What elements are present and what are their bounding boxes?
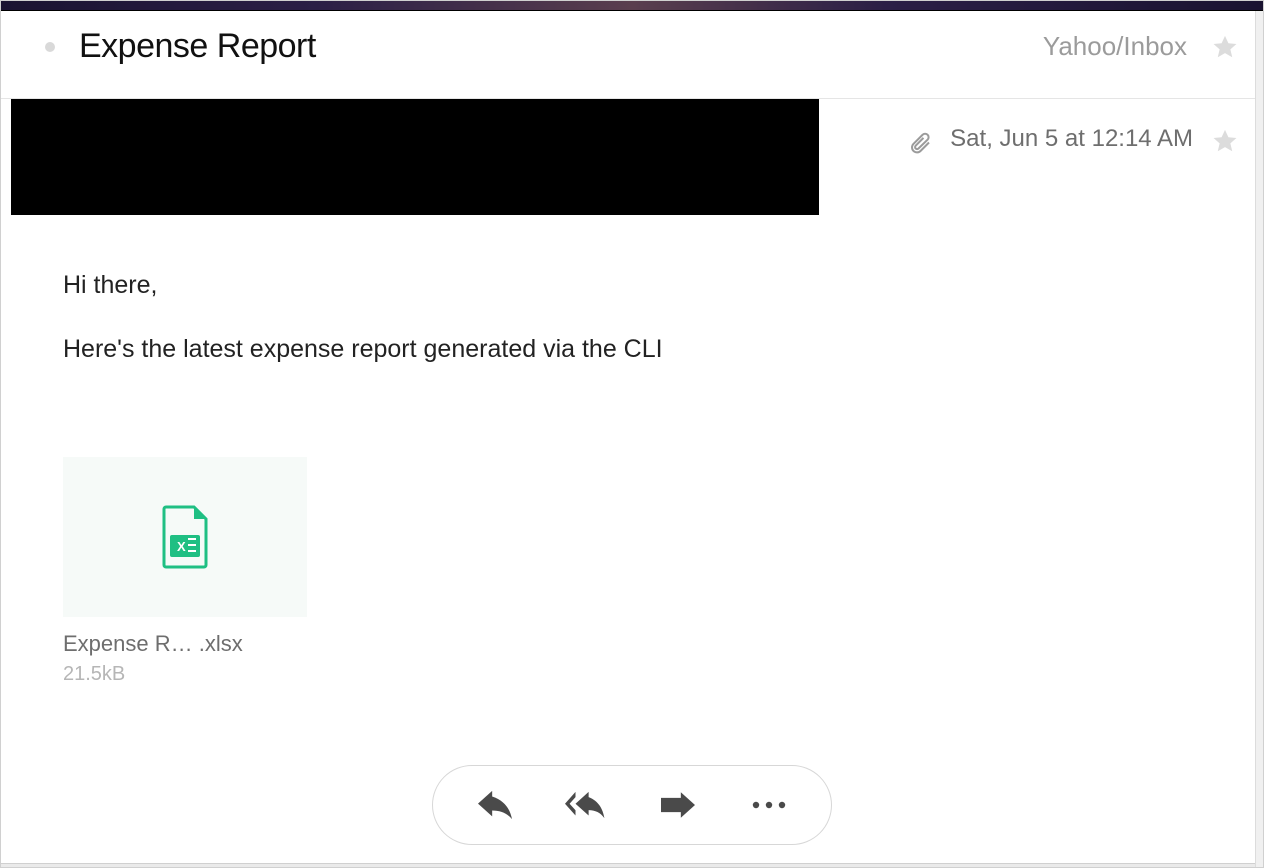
svg-text:X: X	[177, 539, 186, 554]
attachment-icon[interactable]	[908, 131, 932, 155]
excel-file-icon: X	[160, 505, 210, 569]
attachment[interactable]: X Expense R… .xlsx 21.5kB	[63, 457, 307, 686]
window-bottom-border	[1, 863, 1255, 867]
more-button[interactable]	[739, 775, 799, 835]
attachment-filesize: 21.5kB	[63, 663, 307, 686]
reply-icon	[478, 790, 512, 820]
unread-dot	[45, 42, 55, 52]
attachment-filename: Expense R… .xlsx	[63, 631, 307, 657]
reply-all-button[interactable]	[556, 775, 616, 835]
email-body-line: Here's the latest expense report generat…	[63, 333, 1203, 367]
sender-info-redacted	[11, 99, 819, 215]
forward-button[interactable]	[648, 775, 708, 835]
reply-button[interactable]	[465, 775, 525, 835]
forward-icon	[661, 791, 695, 819]
email-date: Sat, Jun 5 at 12:14 AM	[950, 125, 1193, 153]
email-subject: Expense Report	[79, 27, 316, 66]
star-icon[interactable]	[1211, 33, 1239, 61]
action-bar	[432, 765, 832, 845]
email-body-area: Sat, Jun 5 at 12:14 AM Hi there, Here's …	[1, 99, 1263, 686]
reply-all-icon	[565, 790, 607, 820]
window-titlebar	[1, 1, 1263, 11]
folder-path[interactable]: Yahoo/Inbox	[1043, 31, 1187, 62]
email-content: Hi there, Here's the latest expense repo…	[1, 215, 1263, 367]
more-icon	[751, 800, 787, 810]
email-header: Expense Report Yahoo/Inbox	[1, 11, 1263, 99]
attachment-preview[interactable]: X	[63, 457, 307, 617]
star-icon[interactable]	[1211, 127, 1239, 155]
email-greeting: Hi there,	[63, 269, 1203, 303]
scrollbar[interactable]	[1255, 11, 1263, 867]
